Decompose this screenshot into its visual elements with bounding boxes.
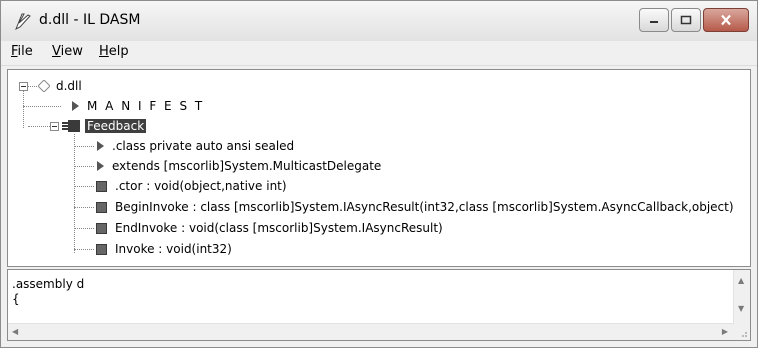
menu-bar: File View Help xyxy=(1,41,757,66)
tree-node-label: d.dll xyxy=(56,79,82,93)
tree-view[interactable]: d.dll M A N I F E S T Feedback .class pr… xyxy=(7,69,751,267)
code-line: .assembly d xyxy=(12,277,85,291)
tree-node-label: EndInvoke : void(class [mscorlib]System.… xyxy=(115,221,443,235)
close-icon xyxy=(721,14,731,26)
maximize-button[interactable] xyxy=(671,8,701,32)
horizontal-scrollbar[interactable]: ◀ ▶ xyxy=(8,323,734,340)
tree-line xyxy=(74,186,94,187)
manifest-triangle-icon xyxy=(72,101,79,111)
tree-line xyxy=(27,86,37,87)
tree-node-member[interactable]: .class private auto ansi sealed xyxy=(97,137,294,155)
minimize-icon xyxy=(650,21,658,23)
resize-grip[interactable] xyxy=(734,324,750,340)
class-icon xyxy=(62,120,80,132)
tree-line xyxy=(74,146,94,147)
scroll-left-arrow-icon[interactable]: ◀ xyxy=(12,327,18,336)
method-icon xyxy=(96,222,107,234)
tree-line xyxy=(23,106,61,107)
tree-line xyxy=(74,249,94,250)
method-icon xyxy=(96,201,107,213)
tree-node-label: BeginInvoke : class [mscorlib]System.IAs… xyxy=(115,200,734,214)
method-icon xyxy=(96,180,107,192)
tree-node-method[interactable]: BeginInvoke : class [mscorlib]System.IAs… xyxy=(96,198,734,216)
caption-buttons xyxy=(637,8,749,32)
method-icon xyxy=(96,243,107,255)
collapse-toggle[interactable] xyxy=(50,122,59,131)
ildasm-app-icon xyxy=(15,13,31,31)
close-button[interactable] xyxy=(703,8,749,32)
window-title: d.dll - IL DASM xyxy=(39,12,141,28)
tree-node-manifest[interactable]: M A N I F E S T xyxy=(72,97,204,115)
il-text-panel[interactable]: .assembly d { ▲ ▼ ◀ ▶ xyxy=(7,269,751,341)
tree-node-label: .class private auto ansi sealed xyxy=(112,139,295,153)
tree-node-method[interactable]: EndInvoke : void(class [mscorlib]System.… xyxy=(96,219,443,237)
assembly-diamond-icon xyxy=(38,80,50,92)
resize-grip-icon xyxy=(742,332,747,337)
menu-help[interactable]: Help xyxy=(99,44,129,59)
triangle-icon xyxy=(97,161,104,171)
tree-node-root[interactable]: d.dll xyxy=(38,77,82,95)
tree-node-class[interactable]: Feedback xyxy=(62,117,147,135)
tree-node-label-selected: Feedback xyxy=(85,119,147,133)
title-bar[interactable]: d.dll - IL DASM xyxy=(1,1,757,41)
triangle-icon xyxy=(97,141,104,151)
tree-line xyxy=(74,166,94,167)
ildasm-window: d.dll - IL DASM File View Help d.dll M A… xyxy=(0,0,758,348)
scroll-down-arrow-icon[interactable]: ▼ xyxy=(738,304,744,313)
tree-node-label: .ctor : void(object,native int) xyxy=(115,179,287,193)
collapse-toggle[interactable] xyxy=(19,82,28,91)
menu-file[interactable]: File xyxy=(11,44,33,59)
vertical-scrollbar[interactable]: ▲ ▼ xyxy=(733,270,750,324)
tree-node-label: extends [mscorlib]System.MulticastDelega… xyxy=(112,159,382,173)
tree-node-method[interactable]: .ctor : void(object,native int) xyxy=(96,177,287,195)
scroll-right-arrow-icon[interactable]: ▶ xyxy=(722,327,728,336)
code-line: { xyxy=(12,292,20,306)
tree-line xyxy=(74,134,75,253)
tree-line xyxy=(23,88,24,128)
scroll-up-arrow-icon[interactable]: ▲ xyxy=(738,276,744,285)
menu-view[interactable]: View xyxy=(52,44,83,59)
tree-node-method[interactable]: Invoke : void(int32) xyxy=(96,240,232,258)
tree-node-label: Invoke : void(int32) xyxy=(115,242,232,256)
maximize-icon xyxy=(680,15,692,25)
minimize-button[interactable] xyxy=(639,8,669,32)
tree-line xyxy=(74,228,94,229)
tree-node-member[interactable]: extends [mscorlib]System.MulticastDelega… xyxy=(97,157,381,175)
tree-line xyxy=(74,207,94,208)
tree-node-label: M A N I F E S T xyxy=(87,99,205,113)
